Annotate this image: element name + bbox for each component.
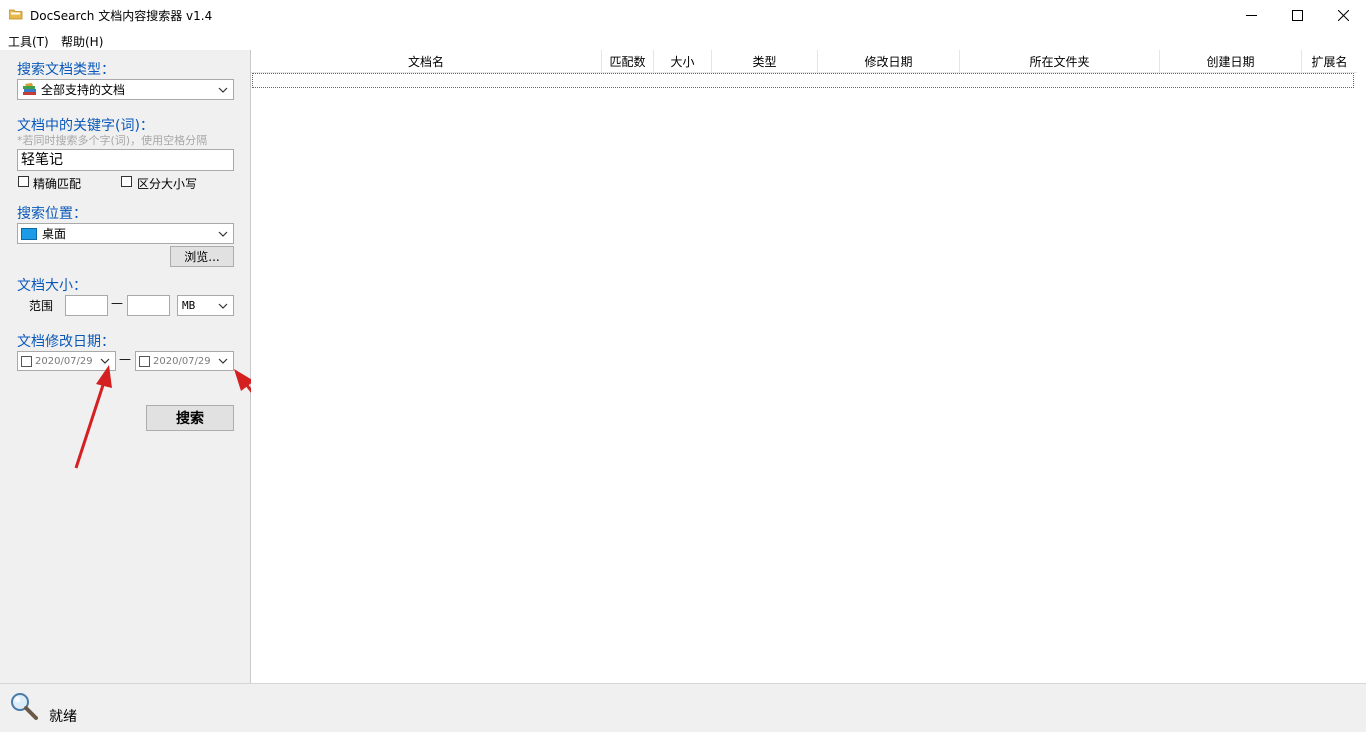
arrow-to-date-from: [76, 365, 112, 468]
results-header: 文档名 匹配数 大小 类型 修改日期 所在文件夹 创建日期 扩展名: [251, 50, 1357, 73]
column-header-type[interactable]: 类型: [712, 50, 818, 72]
column-header-matches[interactable]: 匹配数: [602, 50, 654, 72]
results-list[interactable]: [251, 50, 1366, 683]
column-header-extension[interactable]: 扩展名: [1302, 50, 1357, 72]
column-header-created[interactable]: 创建日期: [1160, 50, 1302, 72]
magnifier-icon: [9, 691, 39, 721]
status-text: 就绪: [49, 706, 77, 726]
status-bar: [0, 683, 1366, 732]
list-focus-row: [252, 73, 1354, 88]
column-header-size[interactable]: 大小: [654, 50, 712, 72]
list-scrollbar[interactable]: [1357, 50, 1366, 683]
column-header-name[interactable]: 文档名: [251, 50, 602, 72]
column-header-modified[interactable]: 修改日期: [818, 50, 960, 72]
column-header-folder[interactable]: 所在文件夹: [960, 50, 1160, 72]
